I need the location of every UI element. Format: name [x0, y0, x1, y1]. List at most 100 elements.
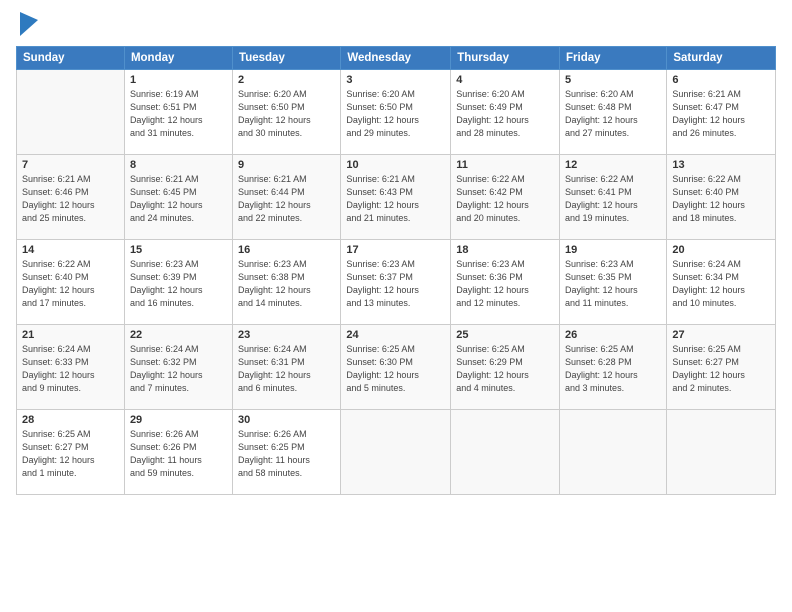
- day-info: Sunrise: 6:23 AM Sunset: 6:37 PM Dayligh…: [346, 258, 445, 310]
- calendar-cell: 13 Sunrise: 6:22 AM Sunset: 6:40 PM Dayli…: [667, 155, 776, 240]
- logo: [16, 12, 38, 36]
- calendar-cell: 10 Sunrise: 6:21 AM Sunset: 6:43 PM Dayli…: [341, 155, 451, 240]
- day-info: Sunrise: 6:26 AM Sunset: 6:25 PM Dayligh…: [238, 428, 335, 480]
- day-info: Sunrise: 6:22 AM Sunset: 6:42 PM Dayligh…: [456, 173, 554, 225]
- calendar-cell: 11 Sunrise: 6:22 AM Sunset: 6:42 PM Dayli…: [451, 155, 560, 240]
- weekday-header-row: SundayMondayTuesdayWednesdayThursdayFrid…: [17, 47, 776, 70]
- calendar-week-row: 14 Sunrise: 6:22 AM Sunset: 6:40 PM Dayli…: [17, 240, 776, 325]
- calendar-cell: [17, 70, 125, 155]
- calendar-cell: 28 Sunrise: 6:25 AM Sunset: 6:27 PM Dayli…: [17, 410, 125, 495]
- calendar-cell: 21 Sunrise: 6:24 AM Sunset: 6:33 PM Dayli…: [17, 325, 125, 410]
- day-number: 2: [238, 74, 335, 86]
- day-number: 14: [22, 244, 119, 256]
- weekday-header-thursday: Thursday: [451, 47, 560, 70]
- calendar-cell: 6Sunrise: 6:21 AM Sunset: 6:47 PM Daylig…: [667, 70, 776, 155]
- day-number: 30: [238, 414, 335, 426]
- day-number: 28: [22, 414, 119, 426]
- day-info: Sunrise: 6:21 AM Sunset: 6:46 PM Dayligh…: [22, 173, 119, 225]
- calendar-cell: [667, 410, 776, 495]
- day-info: Sunrise: 6:24 AM Sunset: 6:31 PM Dayligh…: [238, 343, 335, 395]
- day-number: 24: [346, 329, 445, 341]
- day-number: 23: [238, 329, 335, 341]
- day-number: 1: [130, 74, 227, 86]
- day-info: Sunrise: 6:25 AM Sunset: 6:27 PM Dayligh…: [672, 343, 770, 395]
- day-info: Sunrise: 6:22 AM Sunset: 6:41 PM Dayligh…: [565, 173, 661, 225]
- day-number: 15: [130, 244, 227, 256]
- day-number: 13: [672, 159, 770, 171]
- day-info: Sunrise: 6:22 AM Sunset: 6:40 PM Dayligh…: [672, 173, 770, 225]
- calendar-week-row: 1 Sunrise: 6:19 AM Sunset: 6:51 PM Daylig…: [17, 70, 776, 155]
- day-info: Sunrise: 6:24 AM Sunset: 6:32 PM Dayligh…: [130, 343, 227, 395]
- calendar-week-row: 7 Sunrise: 6:21 AM Sunset: 6:46 PM Daylig…: [17, 155, 776, 240]
- day-number: 16: [238, 244, 335, 256]
- day-info: Sunrise: 6:25 AM Sunset: 6:30 PM Dayligh…: [346, 343, 445, 395]
- calendar-cell: [451, 410, 560, 495]
- calendar-cell: 30 Sunrise: 6:26 AM Sunset: 6:25 PM Dayli…: [233, 410, 341, 495]
- day-number: 10: [346, 159, 445, 171]
- day-number: 25: [456, 329, 554, 341]
- calendar-cell: 8 Sunrise: 6:21 AM Sunset: 6:45 PM Daylig…: [124, 155, 232, 240]
- day-number: 29: [130, 414, 227, 426]
- weekday-header-tuesday: Tuesday: [233, 47, 341, 70]
- day-number: 9: [238, 159, 335, 171]
- calendar-cell: 3Sunrise: 6:20 AM Sunset: 6:50 PM Daylig…: [341, 70, 451, 155]
- day-info: Sunrise: 6:21 AM Sunset: 6:44 PM Dayligh…: [238, 173, 335, 225]
- calendar-cell: 1 Sunrise: 6:19 AM Sunset: 6:51 PM Daylig…: [124, 70, 232, 155]
- calendar-cell: 25 Sunrise: 6:25 AM Sunset: 6:29 PM Dayli…: [451, 325, 560, 410]
- day-number: 18: [456, 244, 554, 256]
- day-info: Sunrise: 6:21 AM Sunset: 6:47 PM Dayligh…: [672, 88, 770, 140]
- day-number: 27: [672, 329, 770, 341]
- calendar-cell: 14 Sunrise: 6:22 AM Sunset: 6:40 PM Dayli…: [17, 240, 125, 325]
- day-number: 26: [565, 329, 661, 341]
- calendar-cell: 24 Sunrise: 6:25 AM Sunset: 6:30 PM Dayli…: [341, 325, 451, 410]
- calendar-table: SundayMondayTuesdayWednesdayThursdayFrid…: [16, 46, 776, 495]
- day-info: Sunrise: 6:25 AM Sunset: 6:28 PM Dayligh…: [565, 343, 661, 395]
- day-number: 3: [346, 74, 445, 86]
- calendar-cell: 26 Sunrise: 6:25 AM Sunset: 6:28 PM Dayli…: [560, 325, 667, 410]
- calendar-cell: [560, 410, 667, 495]
- calendar-cell: 2Sunrise: 6:20 AM Sunset: 6:50 PM Daylig…: [233, 70, 341, 155]
- weekday-header-saturday: Saturday: [667, 47, 776, 70]
- day-info: Sunrise: 6:25 AM Sunset: 6:27 PM Dayligh…: [22, 428, 119, 480]
- header: [16, 12, 776, 36]
- calendar-cell: 27 Sunrise: 6:25 AM Sunset: 6:27 PM Dayli…: [667, 325, 776, 410]
- day-number: 12: [565, 159, 661, 171]
- day-info: Sunrise: 6:23 AM Sunset: 6:38 PM Dayligh…: [238, 258, 335, 310]
- day-number: 19: [565, 244, 661, 256]
- day-info: Sunrise: 6:21 AM Sunset: 6:43 PM Dayligh…: [346, 173, 445, 225]
- day-info: Sunrise: 6:23 AM Sunset: 6:35 PM Dayligh…: [565, 258, 661, 310]
- calendar-week-row: 28 Sunrise: 6:25 AM Sunset: 6:27 PM Dayli…: [17, 410, 776, 495]
- day-number: 7: [22, 159, 119, 171]
- day-number: 8: [130, 159, 227, 171]
- calendar-cell: 5Sunrise: 6:20 AM Sunset: 6:48 PM Daylig…: [560, 70, 667, 155]
- page: SundayMondayTuesdayWednesdayThursdayFrid…: [0, 0, 792, 612]
- day-number: 22: [130, 329, 227, 341]
- day-number: 21: [22, 329, 119, 341]
- day-info: Sunrise: 6:19 AM Sunset: 6:51 PM Dayligh…: [130, 88, 227, 140]
- calendar-cell: 19 Sunrise: 6:23 AM Sunset: 6:35 PM Dayli…: [560, 240, 667, 325]
- day-number: 11: [456, 159, 554, 171]
- calendar-cell: 22 Sunrise: 6:24 AM Sunset: 6:32 PM Dayli…: [124, 325, 232, 410]
- calendar-cell: 18Sunrise: 6:23 AM Sunset: 6:36 PM Dayli…: [451, 240, 560, 325]
- calendar-cell: 12 Sunrise: 6:22 AM Sunset: 6:41 PM Dayli…: [560, 155, 667, 240]
- day-info: Sunrise: 6:20 AM Sunset: 6:48 PM Dayligh…: [565, 88, 661, 140]
- weekday-header-sunday: Sunday: [17, 47, 125, 70]
- weekday-header-monday: Monday: [124, 47, 232, 70]
- calendar-cell: 29 Sunrise: 6:26 AM Sunset: 6:26 PM Dayli…: [124, 410, 232, 495]
- day-number: 20: [672, 244, 770, 256]
- weekday-header-friday: Friday: [560, 47, 667, 70]
- day-number: 17: [346, 244, 445, 256]
- calendar-cell: 23 Sunrise: 6:24 AM Sunset: 6:31 PM Dayli…: [233, 325, 341, 410]
- calendar-cell: 15 Sunrise: 6:23 AM Sunset: 6:39 PM Dayli…: [124, 240, 232, 325]
- day-info: Sunrise: 6:26 AM Sunset: 6:26 PM Dayligh…: [130, 428, 227, 480]
- day-info: Sunrise: 6:25 AM Sunset: 6:29 PM Dayligh…: [456, 343, 554, 395]
- day-info: Sunrise: 6:22 AM Sunset: 6:40 PM Dayligh…: [22, 258, 119, 310]
- calendar-cell: 9 Sunrise: 6:21 AM Sunset: 6:44 PM Daylig…: [233, 155, 341, 240]
- calendar-cell: [341, 410, 451, 495]
- day-info: Sunrise: 6:23 AM Sunset: 6:39 PM Dayligh…: [130, 258, 227, 310]
- day-info: Sunrise: 6:21 AM Sunset: 6:45 PM Dayligh…: [130, 173, 227, 225]
- logo-icon: [20, 12, 38, 36]
- weekday-header-wednesday: Wednesday: [341, 47, 451, 70]
- day-info: Sunrise: 6:20 AM Sunset: 6:49 PM Dayligh…: [456, 88, 554, 140]
- day-info: Sunrise: 6:24 AM Sunset: 6:33 PM Dayligh…: [22, 343, 119, 395]
